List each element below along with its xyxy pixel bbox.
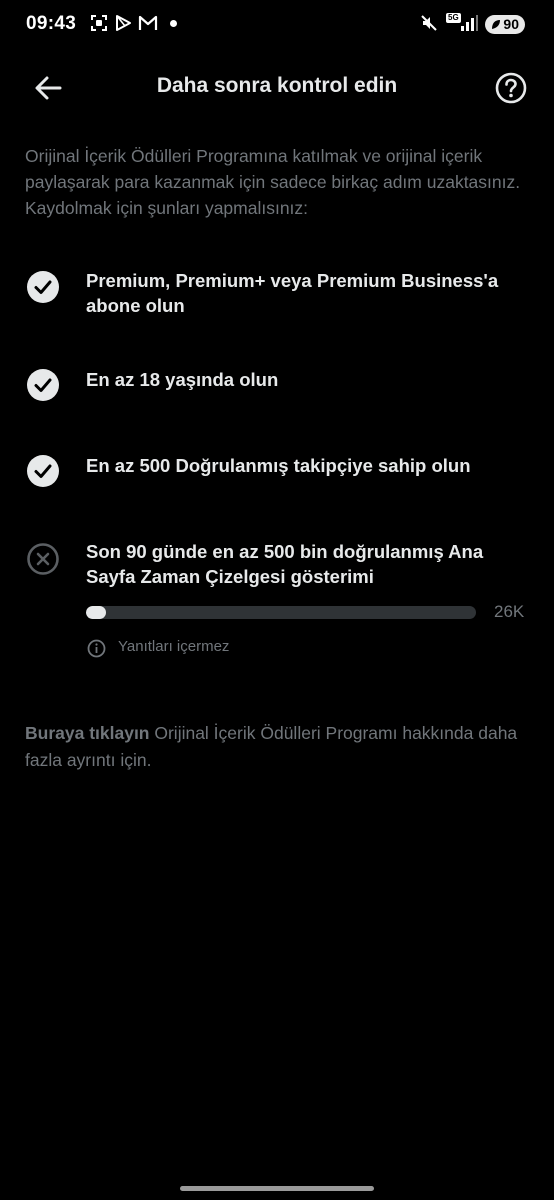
progress-fill [86,606,107,619]
gmail-icon [138,15,158,30]
play-store-icon [116,15,131,31]
signal-icon [461,15,478,31]
battery-indicator: 90 [485,15,525,34]
status-bar: 09:43 5G 90 [0,0,554,52]
requirement-text: En az 500 Doğrulanmış takipçiye sahip ol… [86,455,471,476]
requirement-text: En az 18 yaşında olun [86,369,279,390]
info-icon [87,639,106,658]
mute-icon [421,15,437,31]
home-indicator[interactable] [180,1186,374,1191]
screenshot-icon [91,15,107,31]
progress-bar [86,606,476,619]
arrow-left-icon [35,76,62,100]
more-info-link[interactable]: Buraya tıklayın [25,723,150,743]
check-circle-icon [27,369,59,401]
progress-value: 26K [494,602,525,621]
requirement-text: Premium, Premium+ veya Premium Business'… [86,270,499,316]
x-circle-icon [27,543,59,575]
check-circle-icon [27,455,59,487]
intro-text: Orijinal İçerik Ödülleri Programına katı… [25,146,521,218]
back-button[interactable] [30,70,70,106]
page-title: Daha sonra kontrol edin [156,74,398,97]
requirement-text: Son 90 günde en az 500 bin doğrulanmış A… [86,541,484,587]
question-circle-icon [495,72,527,104]
status-time: 09:43 [26,13,77,34]
check-circle-icon [27,271,59,303]
leaf-icon [492,20,500,29]
screen: 09:43 5G 90 Daha sonra kontrol edin Orij… [0,0,554,1200]
battery-level: 90 [503,16,519,32]
help-button[interactable] [493,70,529,106]
footer-text: Buraya tıklayın Orijinal İçerik Ödülleri… [25,720,533,774]
network-label: 5G [446,13,461,23]
notification-dot [170,20,177,27]
note-text: Yanıtları içermez [118,638,230,655]
header: Daha sonra kontrol edin [0,62,554,114]
